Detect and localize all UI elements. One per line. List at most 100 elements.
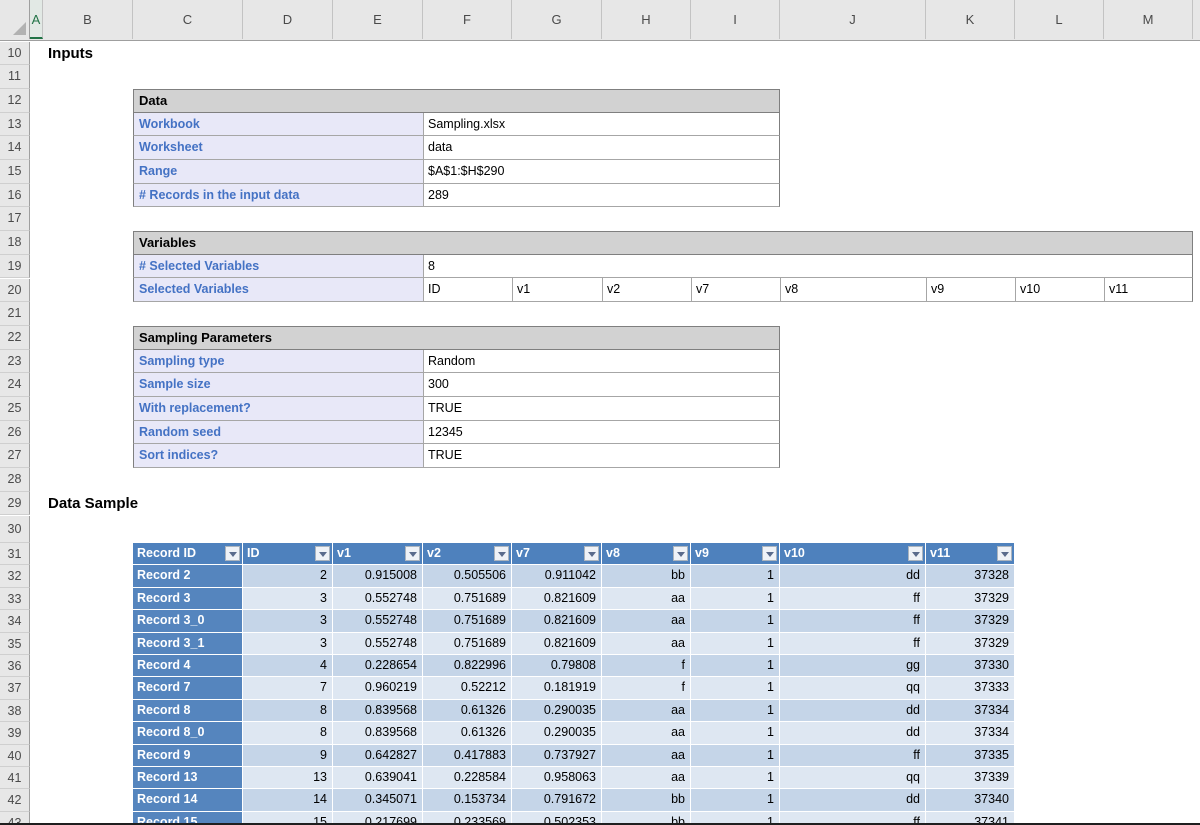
sampling-value[interactable]: TRUE bbox=[423, 397, 780, 421]
row-header-25[interactable]: 25 bbox=[0, 397, 30, 421]
data-value[interactable]: Sampling.xlsx bbox=[423, 113, 780, 137]
select-all-corner[interactable] bbox=[0, 0, 30, 39]
filter-dropdown-icon[interactable] bbox=[405, 546, 420, 561]
sample-column-header-record-id[interactable]: Record ID bbox=[133, 543, 243, 565]
row-header-29[interactable]: 29 bbox=[0, 492, 30, 516]
data-value[interactable]: 289 bbox=[423, 184, 780, 208]
sample-data-cell: dd bbox=[780, 700, 926, 722]
column-header-l[interactable]: L bbox=[1015, 0, 1104, 39]
variables-value-cell[interactable]: v1 bbox=[512, 278, 602, 302]
row-header-39[interactable]: 39 bbox=[0, 722, 30, 744]
row-header-23[interactable]: 23 bbox=[0, 350, 30, 374]
sample-column-header-v9[interactable]: v9 bbox=[691, 543, 780, 565]
sample-record-id-cell: Record 3_1 bbox=[133, 633, 243, 655]
sample-data-cell: ff bbox=[780, 745, 926, 767]
variables-value-cell[interactable]: v11 bbox=[1104, 278, 1193, 302]
sample-data-cell: 0.181919 bbox=[512, 677, 602, 699]
column-header-d[interactable]: D bbox=[243, 0, 333, 39]
row-header-10[interactable]: 10 bbox=[0, 42, 30, 66]
variables-value-cell[interactable]: v10 bbox=[1015, 278, 1104, 302]
column-header-k[interactable]: K bbox=[926, 0, 1015, 39]
triangle-down-icon bbox=[766, 552, 774, 557]
column-header-c[interactable]: C bbox=[133, 0, 243, 39]
column-header-i[interactable]: I bbox=[691, 0, 780, 39]
row-header-31[interactable]: 31 bbox=[0, 543, 30, 565]
sample-data-cell: 0.958063 bbox=[512, 767, 602, 789]
row-header-17[interactable]: 17 bbox=[0, 207, 30, 231]
sampling-value[interactable]: 300 bbox=[423, 373, 780, 397]
inputs-title[interactable]: Inputs bbox=[48, 42, 93, 66]
row-header-36[interactable]: 36 bbox=[0, 655, 30, 677]
column-header-h[interactable]: H bbox=[602, 0, 691, 39]
row-header-27[interactable]: 27 bbox=[0, 444, 30, 468]
row-header-16[interactable]: 16 bbox=[0, 184, 30, 208]
row-header-34[interactable]: 34 bbox=[0, 610, 30, 632]
filter-dropdown-icon[interactable] bbox=[908, 546, 923, 561]
column-header-b[interactable]: B bbox=[43, 0, 133, 39]
column-header-f[interactable]: F bbox=[423, 0, 512, 39]
data-table: DataWorkbookSampling.xlsxWorksheetdataRa… bbox=[133, 89, 780, 208]
row-header-15[interactable]: 15 bbox=[0, 160, 30, 184]
sample-column-header-v1[interactable]: v1 bbox=[333, 543, 423, 565]
row-header-22[interactable]: 22 bbox=[0, 326, 30, 350]
filter-dropdown-icon[interactable] bbox=[997, 546, 1012, 561]
variables-value-cell[interactable]: ID bbox=[423, 278, 512, 302]
row-header-14[interactable]: 14 bbox=[0, 136, 30, 160]
column-header-g[interactable]: G bbox=[512, 0, 602, 39]
row-header-12[interactable]: 12 bbox=[0, 89, 30, 113]
row-header-24[interactable]: 24 bbox=[0, 373, 30, 397]
sample-column-header-id[interactable]: ID bbox=[243, 543, 333, 565]
row-header-30[interactable]: 30 bbox=[0, 516, 30, 544]
row-header-11[interactable]: 11 bbox=[0, 65, 30, 89]
filter-dropdown-icon[interactable] bbox=[494, 546, 509, 561]
filter-dropdown-icon[interactable] bbox=[225, 546, 240, 561]
sample-column-header-v10[interactable]: v10 bbox=[780, 543, 926, 565]
sampling-value[interactable]: Random bbox=[423, 350, 780, 374]
sample-data-cell: 0.737927 bbox=[512, 745, 602, 767]
row-header-35[interactable]: 35 bbox=[0, 633, 30, 655]
filter-dropdown-icon[interactable] bbox=[584, 546, 599, 561]
row-header-19[interactable]: 19 bbox=[0, 255, 30, 279]
variables-value-cell[interactable]: v8 bbox=[780, 278, 926, 302]
row-header-18[interactable]: 18 bbox=[0, 231, 30, 255]
sampling-value[interactable]: TRUE bbox=[423, 444, 780, 468]
filter-dropdown-icon[interactable] bbox=[315, 546, 330, 561]
row-header-13[interactable]: 13 bbox=[0, 113, 30, 137]
column-header-a[interactable]: A bbox=[30, 0, 43, 39]
sample-data-cell: aa bbox=[602, 767, 691, 789]
sample-column-header-v11[interactable]: v11 bbox=[926, 543, 1015, 565]
row-header-42[interactable]: 42 bbox=[0, 789, 30, 811]
variables-value-cell[interactable]: v7 bbox=[691, 278, 780, 302]
sample-data-cell: 37328 bbox=[926, 565, 1015, 587]
data-value[interactable]: $A$1:$H$290 bbox=[423, 160, 780, 184]
sample-data-cell: ff bbox=[780, 588, 926, 610]
row-header-32[interactable]: 32 bbox=[0, 565, 30, 587]
sample-column-header-v8[interactable]: v8 bbox=[602, 543, 691, 565]
row-header-20[interactable]: 20 bbox=[0, 279, 30, 303]
data-value[interactable]: data bbox=[423, 136, 780, 160]
sample-data-cell: 1 bbox=[691, 633, 780, 655]
sampling-value[interactable]: 12345 bbox=[423, 421, 780, 445]
column-header-j[interactable]: J bbox=[780, 0, 926, 39]
sample-data-cell: 0.791672 bbox=[512, 789, 602, 811]
row-header-38[interactable]: 38 bbox=[0, 700, 30, 722]
row-header-40[interactable]: 40 bbox=[0, 745, 30, 767]
variables-value-cell[interactable]: v9 bbox=[926, 278, 1015, 302]
variables-value[interactable]: 8 bbox=[423, 255, 1193, 279]
row-header-26[interactable]: 26 bbox=[0, 421, 30, 445]
column-header-e[interactable]: E bbox=[333, 0, 423, 39]
row-header-33[interactable]: 33 bbox=[0, 588, 30, 610]
row-header-21[interactable]: 21 bbox=[0, 302, 30, 326]
sample-data-cell: 0.552748 bbox=[333, 588, 423, 610]
column-header-m[interactable]: M bbox=[1104, 0, 1193, 39]
filter-dropdown-icon[interactable] bbox=[673, 546, 688, 561]
filter-dropdown-icon[interactable] bbox=[762, 546, 777, 561]
row-header-41[interactable]: 41 bbox=[0, 767, 30, 789]
sample-column-header-v7[interactable]: v7 bbox=[512, 543, 602, 565]
sample-data-cell: 37339 bbox=[926, 767, 1015, 789]
variables-value-cell[interactable]: v2 bbox=[602, 278, 691, 302]
sample-column-header-v2[interactable]: v2 bbox=[423, 543, 512, 565]
row-header-37[interactable]: 37 bbox=[0, 677, 30, 699]
row-header-28[interactable]: 28 bbox=[0, 468, 30, 492]
data-sample-title[interactable]: Data Sample bbox=[48, 492, 138, 516]
